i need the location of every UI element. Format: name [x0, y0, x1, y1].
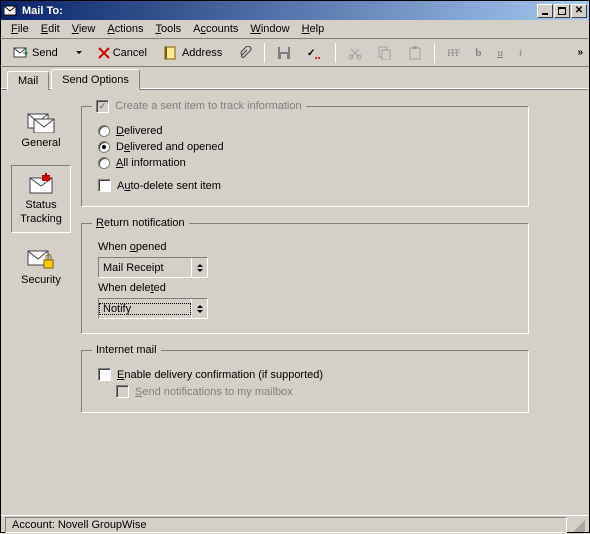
font-button[interactable]: FFF — [441, 42, 465, 64]
toolbar: Send Cancel Address ✓ FFF b u i » — [1, 39, 589, 67]
when-deleted-value: Notify — [99, 303, 191, 315]
spellcheck-icon: ✓ — [307, 46, 323, 60]
checkbox-auto-delete[interactable]: Auto-delete sent item — [98, 179, 518, 192]
spinner-arrows-icon — [191, 299, 207, 318]
window-title: Mail To: — [22, 5, 536, 17]
group-create-sent-item-legend: ✓ Create a sent item to track informatio… — [92, 100, 306, 113]
send-dropdown[interactable] — [68, 42, 88, 64]
copy-icon — [378, 46, 392, 60]
menu-help[interactable]: Help — [296, 21, 331, 37]
radio-icon — [98, 157, 110, 169]
menu-tools[interactable]: Tools — [149, 21, 187, 37]
sidebar-label-general: General — [21, 137, 60, 151]
menu-bar: File Edit View Actions Tools Accounts Wi… — [1, 20, 589, 39]
bold-button[interactable]: b — [469, 42, 487, 64]
copy-button[interactable] — [372, 42, 398, 64]
radio-delivered-label: Delivered — [116, 125, 162, 137]
menu-edit[interactable]: Edit — [35, 21, 66, 37]
radio-all-information[interactable]: All information — [98, 157, 518, 169]
window-icon — [3, 3, 19, 19]
security-icon — [25, 247, 57, 271]
radio-delivered-opened-label: Delivered and opened — [116, 141, 224, 153]
create-sent-item-checkbox: ✓ — [96, 100, 109, 113]
when-opened-combo[interactable]: Mail Receipt — [98, 257, 208, 278]
attach-button[interactable] — [232, 42, 258, 64]
send-notifications-label: Send notifications to my mailbox — [135, 386, 293, 398]
status-bar: Account: Novell GroupWise — [1, 515, 589, 534]
checkbox-icon — [98, 179, 111, 192]
cancel-icon — [98, 47, 110, 59]
status-tracking-icon — [25, 172, 57, 196]
italic-button[interactable]: i — [513, 42, 528, 64]
when-opened-label: When opened — [98, 241, 512, 253]
cancel-label: Cancel — [113, 47, 147, 59]
enable-delivery-label: Enable delivery confirmation (if support… — [117, 369, 323, 381]
address-button[interactable]: Address — [157, 42, 228, 64]
toolbar-overflow[interactable]: » — [577, 47, 583, 58]
group-internet-mail: Internet mail Enable delivery confirmati… — [81, 344, 529, 413]
address-label: Address — [182, 47, 222, 59]
paste-button[interactable] — [402, 42, 428, 64]
group-internet-mail-legend: Internet mail — [92, 344, 161, 356]
auto-delete-label: Auto-delete sent item — [117, 180, 221, 192]
group-return-notification-legend: Return notification — [92, 217, 189, 229]
send-button[interactable]: Send — [7, 42, 64, 64]
scissors-icon — [348, 46, 362, 60]
diskette-icon — [277, 46, 291, 60]
radio-delivered[interactable]: Delivered — [98, 125, 518, 137]
menu-actions[interactable]: Actions — [101, 21, 149, 37]
maximize-button[interactable] — [554, 4, 570, 18]
title-bar: Mail To: ✕ — [1, 1, 589, 20]
paperclip-icon — [238, 46, 252, 60]
tab-send-options[interactable]: Send Options — [51, 69, 140, 90]
radio-delivered-and-opened[interactable]: Delivered and opened — [98, 141, 518, 153]
panel-body: General Status Tracking Security ✓ Creat… — [1, 89, 589, 515]
close-button[interactable]: ✕ — [571, 4, 587, 18]
checkbox-send-notifications: Send notifications to my mailbox — [116, 385, 518, 398]
sidebar-label-security: Security — [21, 274, 61, 288]
address-book-icon — [163, 46, 179, 60]
underline-button[interactable]: u — [491, 42, 509, 64]
when-opened-value: Mail Receipt — [99, 262, 191, 274]
checkbox-enable-delivery-confirmation[interactable]: Enable delivery confirmation (if support… — [98, 368, 518, 381]
checkbox-icon — [98, 368, 111, 381]
sidebar-label-status-tracking: Status Tracking — [12, 199, 70, 227]
menu-window[interactable]: Window — [244, 21, 295, 37]
menu-accounts[interactable]: Accounts — [187, 21, 244, 37]
when-deleted-label: When deleted — [98, 282, 512, 294]
save-button[interactable] — [271, 42, 297, 64]
radio-icon — [98, 141, 110, 153]
svg-text:✓: ✓ — [307, 48, 315, 59]
group-create-sent-item: ✓ Create a sent item to track informatio… — [81, 100, 529, 207]
options-content: ✓ Create a sent item to track informatio… — [81, 90, 589, 515]
group-return-notification: Return notification When opened Mail Rec… — [81, 217, 529, 334]
when-deleted-combo[interactable]: Notify — [98, 298, 208, 319]
tab-mail[interactable]: Mail — [7, 71, 49, 90]
radio-all-information-label: All information — [116, 157, 186, 169]
checkbox-icon — [116, 385, 129, 398]
sidebar-item-status-tracking[interactable]: Status Tracking — [11, 165, 71, 234]
toolbar-separator — [434, 43, 435, 63]
spellcheck-button[interactable]: ✓ — [301, 42, 329, 64]
sidebar-item-security[interactable]: Security — [11, 241, 71, 294]
menu-view[interactable]: View — [66, 21, 102, 37]
options-sidebar: General Status Tracking Security — [1, 90, 81, 515]
sidebar-item-general[interactable]: General — [11, 104, 71, 157]
menu-file[interactable]: File — [5, 21, 35, 37]
send-label: Send — [32, 47, 58, 59]
status-account: Account: Novell GroupWise — [5, 517, 567, 533]
cancel-button[interactable]: Cancel — [92, 42, 153, 64]
radio-icon — [98, 125, 110, 137]
minimize-button[interactable] — [537, 4, 553, 18]
send-icon — [13, 46, 29, 60]
spinner-arrows-icon — [191, 258, 207, 277]
toolbar-separator — [264, 43, 265, 63]
paste-icon — [408, 46, 422, 60]
general-icon — [25, 110, 57, 134]
resize-grip[interactable] — [571, 518, 585, 532]
tab-strip: Mail Send Options — [1, 67, 589, 89]
cut-button[interactable] — [342, 42, 368, 64]
toolbar-separator — [335, 43, 336, 63]
